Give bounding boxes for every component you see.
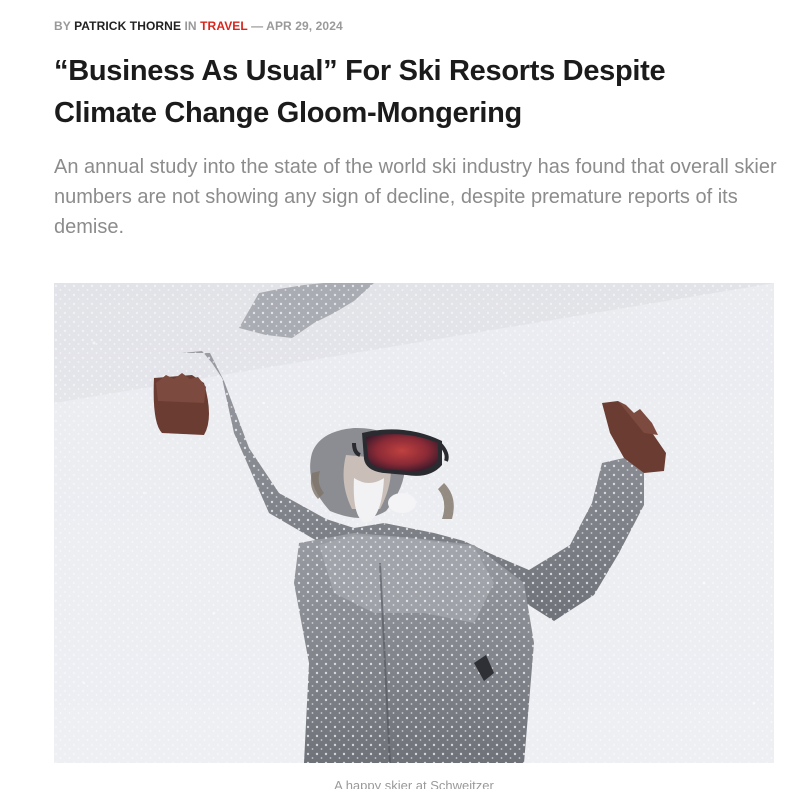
article-meta: BY PATRICK THORNE IN TRAVEL — APR 29, 20… xyxy=(54,19,343,33)
in-label: IN xyxy=(184,19,197,33)
image-caption: A happy skier at Schweitzer xyxy=(334,778,494,789)
article-title: “Business As Usual” For Ski Resorts Desp… xyxy=(54,55,666,129)
meta-separator: — xyxy=(251,19,264,33)
category-link[interactable]: TRAVEL xyxy=(200,19,248,33)
article: BY PATRICK THORNE IN TRAVEL — APR 29, 20… xyxy=(0,0,807,789)
by-label: BY xyxy=(54,19,71,33)
hero-image xyxy=(54,283,774,763)
publish-date: APR 29, 2024 xyxy=(266,19,343,33)
author-link[interactable]: PATRICK THORNE xyxy=(74,19,181,33)
skier-photo xyxy=(54,283,774,763)
article-standfirst: An annual study into the state of the wo… xyxy=(54,156,777,238)
skier-figure xyxy=(54,283,774,763)
